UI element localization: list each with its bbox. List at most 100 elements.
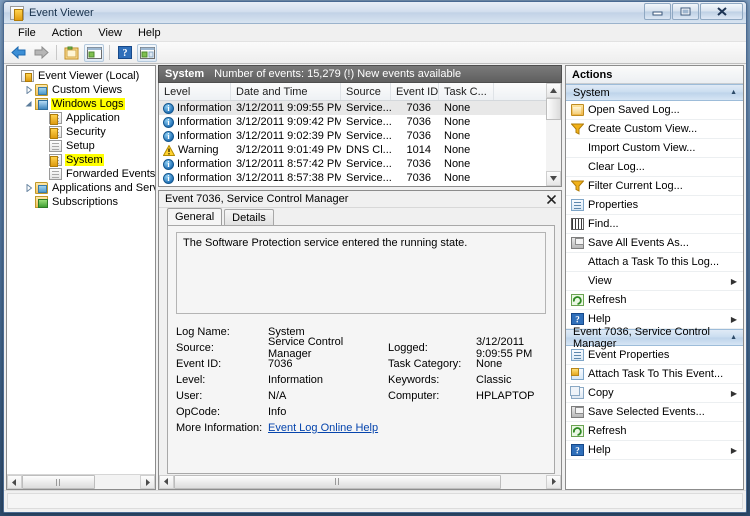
show-action-pane-icon[interactable] — [137, 43, 157, 62]
table-row[interactable]: i Information 3/12/2011 9:02:39 PM Service.… — [159, 129, 546, 143]
action-item-create-custom-view[interactable]: Create Custom View... — [566, 120, 743, 139]
table-row[interactable]: Warning 3/12/2011 9:01:49 PM DNS Cl... 1014… — [159, 143, 546, 157]
show-folder-icon[interactable] — [62, 44, 82, 62]
field-label-secondary: Computer: — [388, 390, 440, 402]
action-item-copy[interactable]: Copy ▶ — [566, 384, 743, 403]
action-item-clear-log[interactable]: Clear Log... — [566, 158, 743, 177]
chevron-collapsed-icon[interactable] — [23, 86, 35, 94]
detail-scroll-track[interactable] — [174, 474, 546, 489]
action-item-save-selected-events[interactable]: Save Selected Events... — [566, 403, 743, 422]
table-row[interactable]: i Information 3/12/2011 9:09:55 PM Service.… — [159, 101, 546, 115]
cell-level: Warning — [159, 144, 231, 156]
action-item-filter-current-log[interactable]: Filter Current Log... — [566, 177, 743, 196]
action-item-label: Filter Current Log... — [588, 180, 683, 192]
column-header-blank[interactable] — [494, 83, 546, 100]
column-header-source[interactable]: Source — [341, 83, 391, 100]
action-item-view[interactable]: View ▶ — [566, 272, 743, 291]
action-item-label: Create Custom View... — [588, 123, 698, 135]
close-icon[interactable] — [545, 193, 557, 205]
actions-section-header[interactable]: System ▲ — [566, 84, 743, 101]
forward-icon[interactable] — [31, 44, 51, 62]
maximize-button[interactable] — [672, 3, 699, 20]
toolbar: ? — [4, 42, 746, 64]
tree-item-windows-logs[interactable]: Windows Logs — [9, 97, 155, 111]
action-item-save-all-events-as[interactable]: Save All Events As... — [566, 234, 743, 253]
cell-date-time: 3/12/2011 9:09:42 PM — [236, 116, 341, 128]
menu-action[interactable]: Action — [45, 25, 90, 41]
event-list-scroll-down-button[interactable] — [546, 171, 561, 186]
menu-view[interactable]: View — [91, 25, 129, 41]
properties-icon — [566, 349, 588, 361]
back-icon[interactable] — [9, 44, 29, 62]
action-item-import-custom-view[interactable]: Import Custom View... — [566, 139, 743, 158]
tree-item-forwarded-events[interactable]: Forwarded Events — [9, 167, 155, 181]
action-item-refresh[interactable]: Refresh — [566, 422, 743, 441]
tree-item-custom-views[interactable]: Custom Views — [9, 83, 155, 97]
tree-item-label: Application — [66, 112, 120, 124]
logblue-icon — [49, 154, 62, 167]
event-list-scroll-track[interactable] — [546, 98, 561, 171]
action-item-find[interactable]: Find... — [566, 215, 743, 234]
menu-file[interactable]: File — [11, 25, 43, 41]
action-item-attach-a-task-to-this-log[interactable]: Attach a Task To this Log... — [566, 253, 743, 272]
console-tree[interactable]: Event Viewer (Local) Custom Views Windows … — [7, 66, 155, 474]
cell-source: DNS Cl... — [346, 144, 391, 156]
level-label: Information — [177, 116, 231, 128]
event-list-header[interactable]: Level Date and Time Source Event ID Task C..… — [159, 83, 546, 101]
detail-scroll-thumb[interactable] — [174, 474, 502, 489]
actions-section-header[interactable]: Event 7036, Service Control Manager ▲ — [566, 326, 743, 350]
table-row[interactable]: i Information 3/12/2011 9:09:42 PM Service.… — [159, 115, 546, 129]
show-console-tree-icon[interactable] — [84, 43, 104, 62]
close-button[interactable] — [700, 3, 743, 20]
field-value-secondary: Classic — [476, 374, 512, 386]
event-list-scroll-thumb[interactable] — [546, 98, 561, 120]
column-header-date-and-time[interactable]: Date and Time — [231, 83, 341, 100]
table-row[interactable]: i Information 3/12/2011 8:57:42 PM Service.… — [159, 157, 546, 171]
event-log-online-help-link[interactable]: Event Log Online Help — [268, 422, 378, 434]
tree-item-security[interactable]: Security — [9, 125, 155, 139]
event-list-scroll-up-button[interactable] — [546, 83, 561, 98]
tree-item-subscriptions[interactable]: Subscriptions — [9, 195, 155, 209]
tree-item-system[interactable]: System — [9, 153, 155, 167]
action-item-open-saved-log[interactable]: Open Saved Log... — [566, 101, 743, 120]
detail-horizontal-scrollbar[interactable] — [159, 474, 561, 489]
tree-scroll-left-button[interactable] — [7, 475, 22, 489]
tree-scroll-right-button[interactable] — [140, 475, 155, 489]
logblue-icon — [49, 112, 62, 125]
detail-scroll-right-button[interactable] — [546, 474, 561, 489]
tab-general[interactable]: General — [167, 208, 223, 225]
table-row[interactable]: i Information 3/12/2011 8:57:38 PM Service.… — [159, 171, 546, 185]
action-item-properties[interactable]: Properties — [566, 196, 743, 215]
subscriptions-icon — [35, 196, 48, 208]
action-item-refresh[interactable]: Refresh — [566, 291, 743, 310]
collapse-triangle-icon[interactable]: ▲ — [730, 334, 737, 341]
level-label: Information — [177, 102, 231, 114]
tree-item-setup[interactable]: Setup — [9, 139, 155, 153]
field-row: OpCode: Info — [176, 404, 554, 420]
chevron-collapsed-icon[interactable] — [23, 184, 35, 192]
collapse-triangle-icon[interactable]: ▲ — [730, 89, 737, 96]
field-label: Level: — [176, 374, 206, 386]
action-item-event-properties[interactable]: Event Properties — [566, 346, 743, 365]
event-list-rows[interactable]: i Information 3/12/2011 9:09:55 PM Service.… — [159, 101, 546, 186]
minimize-button[interactable] — [644, 3, 671, 20]
cell-event-id: 7036 — [406, 172, 431, 184]
event-list-vertical-scrollbar[interactable] — [546, 83, 561, 186]
tree-item-event-viewer-local[interactable]: Event Viewer (Local) — [9, 69, 155, 83]
tab-details[interactable]: Details — [224, 209, 274, 225]
column-header-task-c[interactable]: Task C... — [439, 83, 494, 100]
chevron-expanded-icon[interactable] — [23, 100, 35, 108]
tree-item-application[interactable]: Application — [9, 111, 155, 125]
column-header-level[interactable]: Level — [159, 83, 231, 100]
actions-list: System ▲ Open Saved Log... Create Custom Vi… — [566, 84, 743, 489]
menu-help[interactable]: Help — [131, 25, 168, 41]
tree-scroll-track[interactable] — [22, 475, 140, 489]
tree-item-applications-and-services-lo[interactable]: Applications and Services Lo — [9, 181, 155, 195]
help-icon[interactable]: ? — [115, 44, 135, 62]
tree-horizontal-scrollbar[interactable] — [7, 474, 155, 489]
action-item-help[interactable]: ? Help ▶ — [566, 441, 743, 460]
tree-scroll-thumb[interactable] — [22, 475, 96, 489]
action-item-attach-task-to-this-event[interactable]: Attach Task To This Event... — [566, 365, 743, 384]
column-header-event-id[interactable]: Event ID — [391, 83, 439, 100]
detail-scroll-left-button[interactable] — [159, 474, 174, 489]
